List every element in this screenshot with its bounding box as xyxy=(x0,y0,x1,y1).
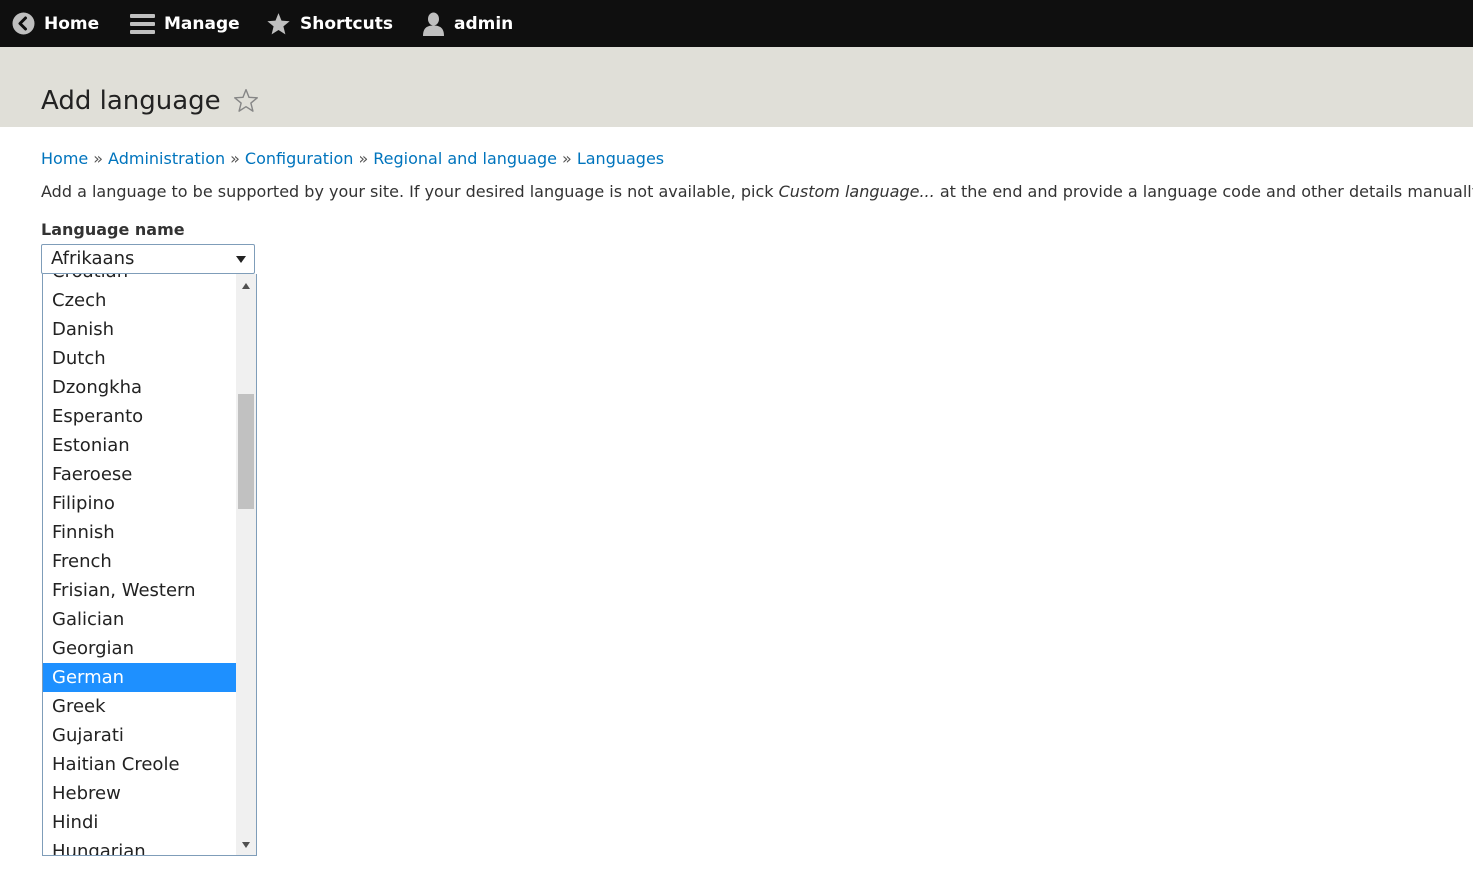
dropdown-scrollbar[interactable] xyxy=(236,274,256,855)
language-name-select[interactable]: Afrikaans xyxy=(41,244,255,274)
toolbar-home-link[interactable]: Home xyxy=(12,0,99,47)
scroll-down-arrow-icon[interactable] xyxy=(242,842,250,848)
help-text-emphasis: Custom language... xyxy=(778,182,935,201)
dropdown-option[interactable]: Frisian, Western xyxy=(43,576,236,605)
user-icon xyxy=(422,12,445,36)
breadcrumb: Home» Administration» Configuration» Region… xyxy=(41,149,664,169)
dropdown-option[interactable]: Gujarati xyxy=(43,721,236,750)
dropdown-option[interactable]: German xyxy=(43,663,236,692)
toolbar-shortcuts-label: Shortcuts xyxy=(300,13,393,34)
breadcrumb-languages[interactable]: Languages xyxy=(577,149,664,168)
breadcrumb-home[interactable]: Home xyxy=(41,149,88,168)
dropdown-option[interactable]: Faeroese xyxy=(43,460,236,489)
dropdown-option[interactable]: Dzongkha xyxy=(43,373,236,402)
page-title: Add language xyxy=(41,86,221,116)
help-text: Add a language to be supported by your s… xyxy=(41,182,1473,202)
breadcrumb-administration[interactable]: Administration xyxy=(108,149,225,168)
dropdown-option[interactable]: Estonian xyxy=(43,431,236,460)
dropdown-option[interactable]: Czech xyxy=(43,286,236,315)
scrollbar-thumb[interactable] xyxy=(238,394,254,509)
back-arrow-circle-icon xyxy=(12,12,35,35)
hamburger-menu-icon xyxy=(130,13,155,35)
star-icon xyxy=(266,12,291,36)
toolbar-home-label: Home xyxy=(44,13,100,34)
dropdown-option[interactable]: Dutch xyxy=(43,344,236,373)
language-dropdown-list[interactable]: CroatianCzechDanishDutchDzongkhaEsperant… xyxy=(42,274,257,856)
chevron-down-icon[interactable] xyxy=(236,256,246,263)
scroll-up-arrow-icon[interactable] xyxy=(242,283,250,289)
dropdown-options: CroatianCzechDanishDutchDzongkhaEsperant… xyxy=(43,274,236,855)
toolbar-manage-link[interactable]: Manage xyxy=(130,0,240,47)
select-current-value: Afrikaans xyxy=(51,248,135,269)
toolbar-user-label: admin xyxy=(454,13,514,34)
page-header: Add language xyxy=(0,47,1473,127)
dropdown-option[interactable]: Galician xyxy=(43,605,236,634)
dropdown-option[interactable]: Greek xyxy=(43,692,236,721)
breadcrumb-separator: » xyxy=(93,149,104,168)
toolbar-user-link[interactable]: admin xyxy=(422,0,513,47)
help-text-after: at the end and provide a language code a… xyxy=(934,182,1473,201)
language-name-label: Language name xyxy=(41,220,185,239)
dropdown-option[interactable]: Croatian xyxy=(43,274,236,286)
breadcrumb-configuration[interactable]: Configuration xyxy=(245,149,354,168)
dropdown-option[interactable]: Esperanto xyxy=(43,402,236,431)
admin-toolbar: Home Manage Shortcuts admin xyxy=(0,0,1473,47)
dropdown-option[interactable]: Danish xyxy=(43,315,236,344)
breadcrumb-regional-and-language[interactable]: Regional and language xyxy=(373,149,557,168)
breadcrumb-separator: » xyxy=(562,149,572,168)
help-text-before: Add a language to be supported by your s… xyxy=(41,182,779,201)
dropdown-option[interactable]: French xyxy=(43,547,236,576)
dropdown-option[interactable]: Haitian Creole xyxy=(43,750,236,779)
dropdown-option[interactable]: Georgian xyxy=(43,634,236,663)
dropdown-option[interactable]: Hebrew xyxy=(43,779,236,808)
breadcrumb-separator: » xyxy=(230,149,240,168)
dropdown-option[interactable]: Hungarian xyxy=(43,837,236,855)
toolbar-shortcuts-link[interactable]: Shortcuts xyxy=(266,0,393,47)
dropdown-option[interactable]: Finnish xyxy=(43,518,236,547)
star-outline-icon[interactable] xyxy=(233,88,259,117)
dropdown-option[interactable]: Hindi xyxy=(43,808,236,837)
dropdown-option[interactable]: Filipino xyxy=(43,489,236,518)
breadcrumb-separator: » xyxy=(358,149,369,168)
toolbar-manage-label: Manage xyxy=(164,13,240,34)
